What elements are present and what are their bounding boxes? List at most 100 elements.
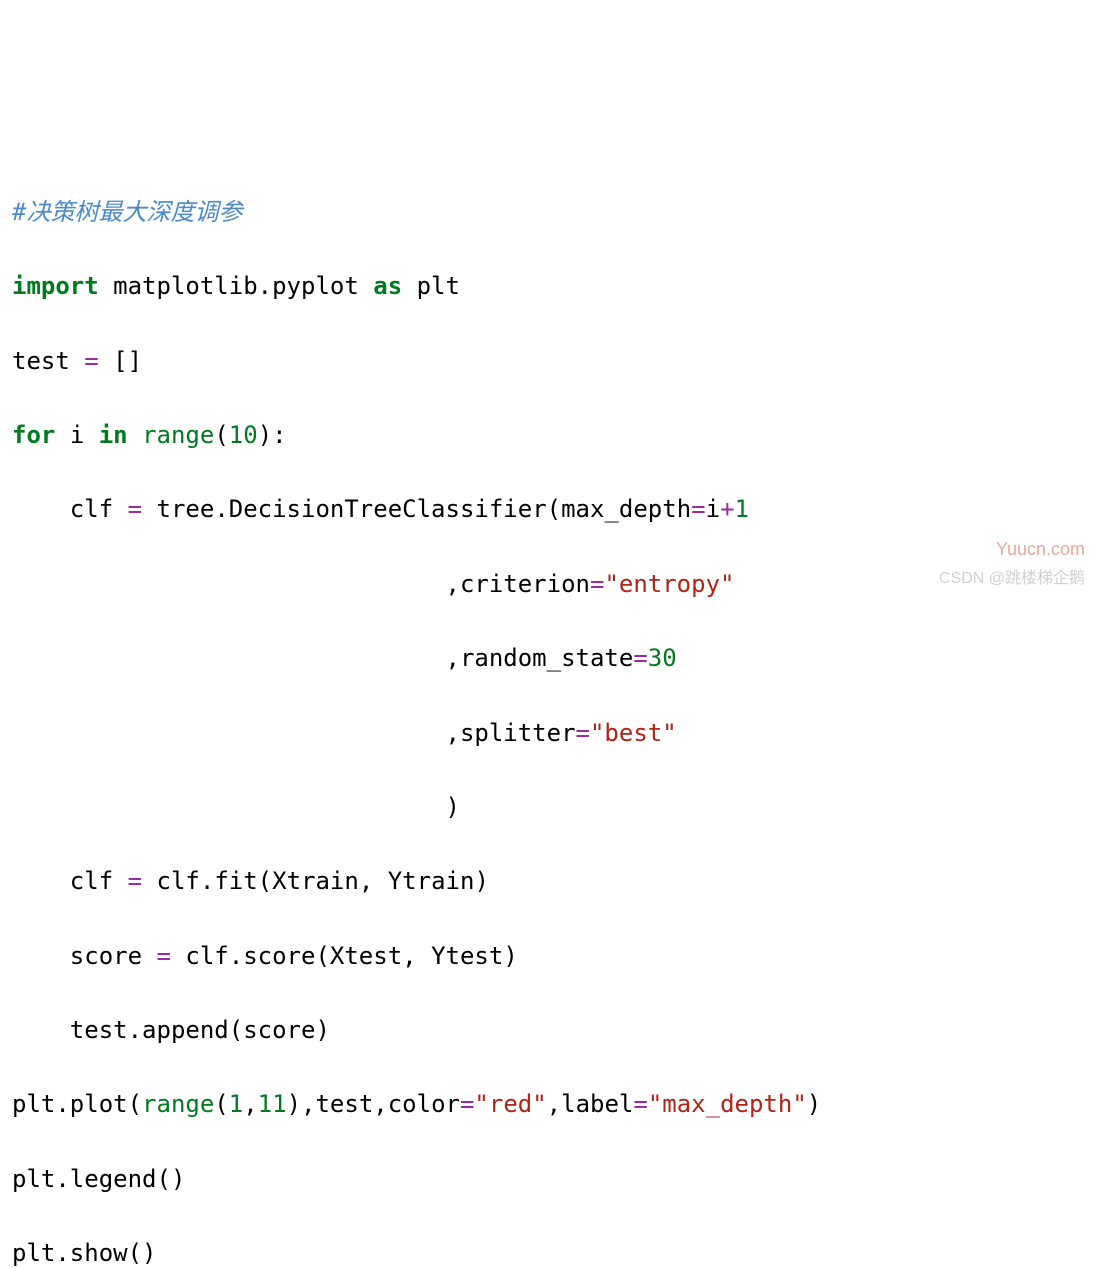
lparen: ( xyxy=(315,942,329,970)
kw-in: in xyxy=(99,421,128,449)
var-score: score xyxy=(70,942,142,970)
op-eq: = xyxy=(128,867,142,895)
rparen: ) xyxy=(807,1090,821,1118)
op-eq: = xyxy=(633,1090,647,1118)
code-line: for i in range(10): xyxy=(12,417,1091,454)
code-line: plt.legend() xyxy=(12,1161,1091,1198)
lparen: ( xyxy=(229,1016,243,1044)
arg: score xyxy=(243,1016,315,1044)
lparen: ( xyxy=(157,1165,171,1193)
lparen: ( xyxy=(214,421,228,449)
code-line: score = clf.score(Xtest, Ytest) xyxy=(12,938,1091,975)
code-line: ) xyxy=(12,789,1091,826)
op-eq: = xyxy=(460,1090,474,1118)
lparen: ( xyxy=(128,1090,142,1118)
watermark-csdn: CSDN @跳楼梯企鹅 xyxy=(939,567,1085,592)
code-line: test = [] xyxy=(12,343,1091,380)
op-eq: = xyxy=(590,570,604,598)
arg: Ytest xyxy=(431,942,503,970)
watermark-yuucn: Yuucn.com xyxy=(996,536,1085,564)
lparen: ( xyxy=(258,867,272,895)
arg: Xtest xyxy=(330,942,402,970)
kwarg: color xyxy=(388,1090,460,1118)
callable: clf.fit xyxy=(157,867,258,895)
builtin-range: range xyxy=(142,421,214,449)
lparen: ( xyxy=(128,1239,142,1267)
string: "entropy" xyxy=(604,570,734,598)
empty-list: [] xyxy=(113,347,142,375)
op-eq: = xyxy=(157,942,171,970)
kw-as: as xyxy=(373,272,402,300)
kwarg: label xyxy=(561,1090,633,1118)
callable: plt.plot xyxy=(12,1090,128,1118)
comma: , xyxy=(402,942,416,970)
lparen: ( xyxy=(214,1090,228,1118)
kwarg: criterion xyxy=(460,570,590,598)
rparen: ) xyxy=(171,1165,185,1193)
op-plus: + xyxy=(720,495,734,523)
comma: , xyxy=(445,719,459,747)
comment: #决策树最大深度调参 xyxy=(12,198,242,226)
comma: , xyxy=(547,1090,561,1118)
var-clf: clf xyxy=(70,495,113,523)
num-10: 10 xyxy=(229,421,258,449)
comma: , xyxy=(445,570,459,598)
var: test xyxy=(12,347,70,375)
rparen: ) xyxy=(142,1239,156,1267)
op-eq: = xyxy=(576,719,590,747)
code-line: ,random_state=30 xyxy=(12,640,1091,677)
code-line: #决策树最大深度调参 xyxy=(12,194,1091,231)
comma: , xyxy=(373,1090,387,1118)
callable: test.append xyxy=(70,1016,229,1044)
var-i: i xyxy=(70,421,84,449)
op-eq: = xyxy=(128,495,142,523)
builtin-range: range xyxy=(142,1090,214,1118)
arg: Xtrain xyxy=(272,867,359,895)
colon: : xyxy=(272,421,286,449)
op-eq: = xyxy=(84,347,98,375)
rparen: ) xyxy=(315,1016,329,1044)
num-1: 1 xyxy=(229,1090,243,1118)
comma: , xyxy=(301,1090,315,1118)
code-block: #决策树最大深度调参 import matplotlib.pyplot as p… xyxy=(12,157,1091,1268)
module-name: matplotlib.pyplot xyxy=(113,272,359,300)
code-line: clf = clf.fit(Xtrain, Ytrain) xyxy=(12,863,1091,900)
code-line: ,splitter="best" xyxy=(12,715,1091,752)
comma: , xyxy=(243,1090,257,1118)
callable: tree.DecisionTreeClassifier xyxy=(157,495,547,523)
var-i: i xyxy=(706,495,720,523)
callable: plt.legend xyxy=(12,1165,157,1193)
op-eq: = xyxy=(633,644,647,672)
callable: clf.score xyxy=(185,942,315,970)
rparen: ) xyxy=(445,793,459,821)
op-eq: = xyxy=(691,495,705,523)
kwarg: random_state xyxy=(460,644,633,672)
code-line: clf = tree.DecisionTreeClassifier(max_de… xyxy=(12,491,1091,528)
var-clf: clf xyxy=(70,867,113,895)
code-line: plt.plot(range(1,11),test,color="red",la… xyxy=(12,1086,1091,1123)
rparen: ) xyxy=(258,421,272,449)
rparen: ) xyxy=(474,867,488,895)
string: "red" xyxy=(474,1090,546,1118)
string: "max_depth" xyxy=(648,1090,807,1118)
string: "best" xyxy=(590,719,677,747)
alias: plt xyxy=(417,272,460,300)
code-line: plt.show() xyxy=(12,1235,1091,1268)
comma: , xyxy=(359,867,373,895)
arg: Ytrain xyxy=(388,867,475,895)
callable: plt.show xyxy=(12,1239,128,1267)
rparen: ) xyxy=(287,1090,301,1118)
kwarg: max_depth xyxy=(561,495,691,523)
num-1: 1 xyxy=(735,495,749,523)
comma: , xyxy=(445,644,459,672)
code-line: ,criterion="entropy" xyxy=(12,566,1091,603)
code-line: import matplotlib.pyplot as plt xyxy=(12,268,1091,305)
lparen: ( xyxy=(547,495,561,523)
arg: test xyxy=(315,1090,373,1118)
num-30: 30 xyxy=(648,644,677,672)
kwarg: splitter xyxy=(460,719,576,747)
rparen: ) xyxy=(503,942,517,970)
kw-for: for xyxy=(12,421,55,449)
code-line: test.append(score) xyxy=(12,1012,1091,1049)
kw-import: import xyxy=(12,272,99,300)
